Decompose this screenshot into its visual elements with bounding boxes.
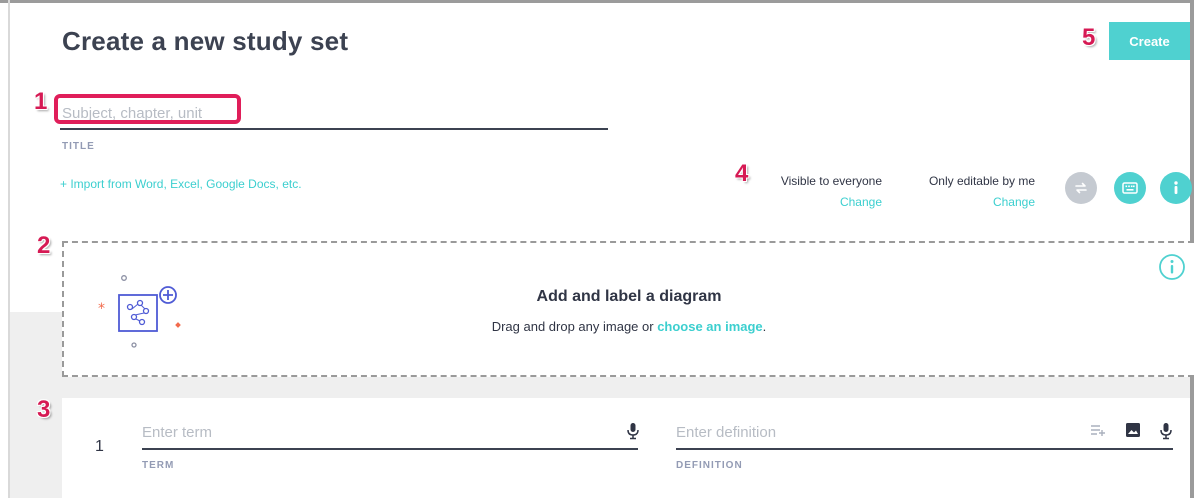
diagram-dropzone[interactable]: * Add and label a diagram Drag and drop … [62, 241, 1194, 377]
visibility-text: Visible to everyone [780, 174, 882, 188]
definition-mic-icon[interactable] [1159, 422, 1173, 440]
definition-label: DEFINITION [676, 460, 743, 471]
diagram-illustration-icon: * [98, 275, 181, 348]
term-card: 1 TERM DEFINITION [62, 398, 1190, 498]
edit-permission-text: Only editable by me [928, 174, 1035, 188]
term-mic-icon[interactable] [626, 422, 640, 440]
visibility-setting: Visible to everyone Change [762, 174, 882, 209]
add-list-icon[interactable] [1090, 424, 1106, 436]
callout-5: 5 [1082, 24, 1096, 51]
term-input[interactable] [142, 416, 638, 450]
diagram-subtitle: Drag and drop any image or choose an ima… [64, 319, 1194, 334]
callout-4: 4 [735, 160, 749, 187]
import-link[interactable]: + Import from Word, Excel, Google Docs, … [60, 177, 302, 191]
swap-icon [1075, 182, 1087, 194]
choose-image-link[interactable]: choose an image [657, 319, 762, 334]
diagram-subtitle-text: Drag and drop any image or [491, 319, 658, 334]
callout-1: 1 [34, 88, 48, 115]
swap-terms-button[interactable] [1065, 172, 1097, 204]
window-top-border [0, 0, 1194, 3]
visibility-change-link[interactable]: Change [762, 195, 882, 209]
page-title: Create a new study set [62, 26, 349, 56]
card-number: 1 [95, 438, 104, 455]
keyboard-icon [1122, 182, 1138, 194]
diagram-subtitle-period: . [762, 319, 767, 334]
callout-3: 3 [37, 396, 51, 423]
callout-2: 2 [37, 232, 51, 259]
edit-permission-change-link[interactable]: Change [905, 195, 1035, 209]
info-button[interactable] [1160, 172, 1192, 204]
diagram-info-icon[interactable] [1158, 253, 1186, 281]
edit-permission-setting: Only editable by me Change [905, 174, 1035, 209]
image-icon[interactable] [1125, 422, 1141, 438]
keyboard-button[interactable] [1114, 172, 1146, 204]
diagram-title: Add and label a diagram [536, 288, 722, 305]
title-label: TITLE [62, 141, 95, 152]
term-label: TERM [142, 460, 175, 471]
title-highlight-box [54, 94, 241, 124]
info-icon [1174, 181, 1178, 194]
create-button[interactable]: Create [1109, 22, 1190, 60]
